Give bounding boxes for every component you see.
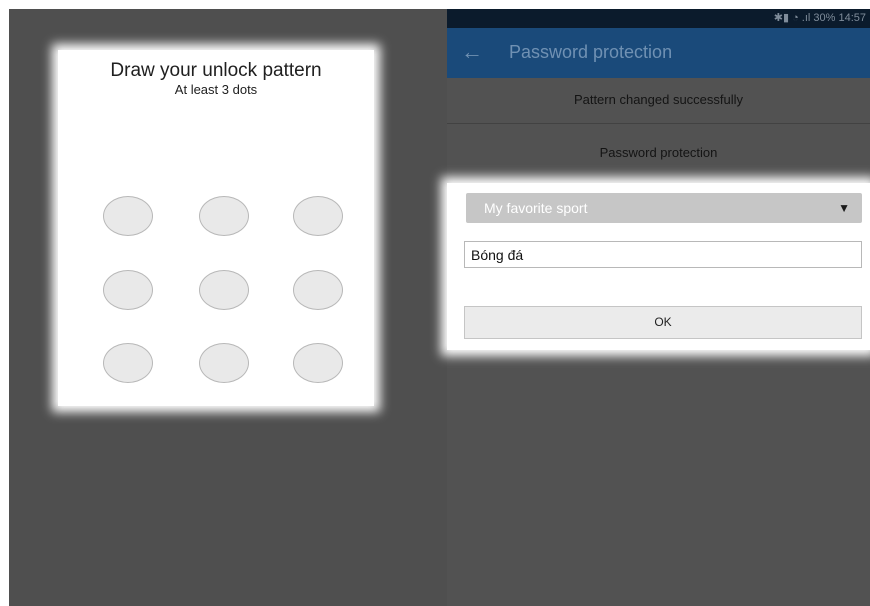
pattern-changed-message: Pattern changed successfully (573, 92, 744, 107)
app-bar: ← Password protection (447, 28, 870, 78)
pattern-dot-7[interactable] (103, 343, 153, 383)
section-title: Password protection (599, 145, 718, 160)
security-question-select[interactable]: My favorite sport ▼ (466, 193, 862, 223)
pattern-panel: Draw your unlock pattern At least 3 dots (58, 50, 374, 406)
pattern-dot-3[interactable] (293, 196, 343, 236)
answer-input[interactable] (464, 241, 862, 268)
status-bar: ✱▮ ◔ .ıl 30% 14:57 (447, 9, 870, 28)
divider (447, 123, 870, 124)
pattern-dot-4[interactable] (103, 270, 153, 310)
signal-icon: ✱▮ ◔ .ıl (773, 12, 814, 24)
pattern-subtitle: At least 3 dots (174, 82, 258, 97)
security-question-value: My favorite sport (484, 200, 588, 216)
pattern-dot-5[interactable] (199, 270, 249, 310)
security-question-form: My favorite sport ▼ OK (447, 183, 870, 350)
pattern-dot-1[interactable] (103, 196, 153, 236)
caret-down-icon: ▼ (838, 201, 850, 215)
pattern-dot-9[interactable] (293, 343, 343, 383)
app-bar-title: Password protection (509, 42, 673, 62)
ok-button[interactable]: OK (464, 306, 862, 339)
pattern-dot-8[interactable] (199, 343, 249, 383)
pattern-dot-6[interactable] (293, 270, 343, 310)
arrow-left-icon[interactable]: ← (461, 40, 483, 64)
status-text: 30% 14:57 (813, 12, 866, 24)
pattern-title: Draw your unlock pattern (110, 60, 322, 81)
pattern-dot-2[interactable] (199, 196, 249, 236)
